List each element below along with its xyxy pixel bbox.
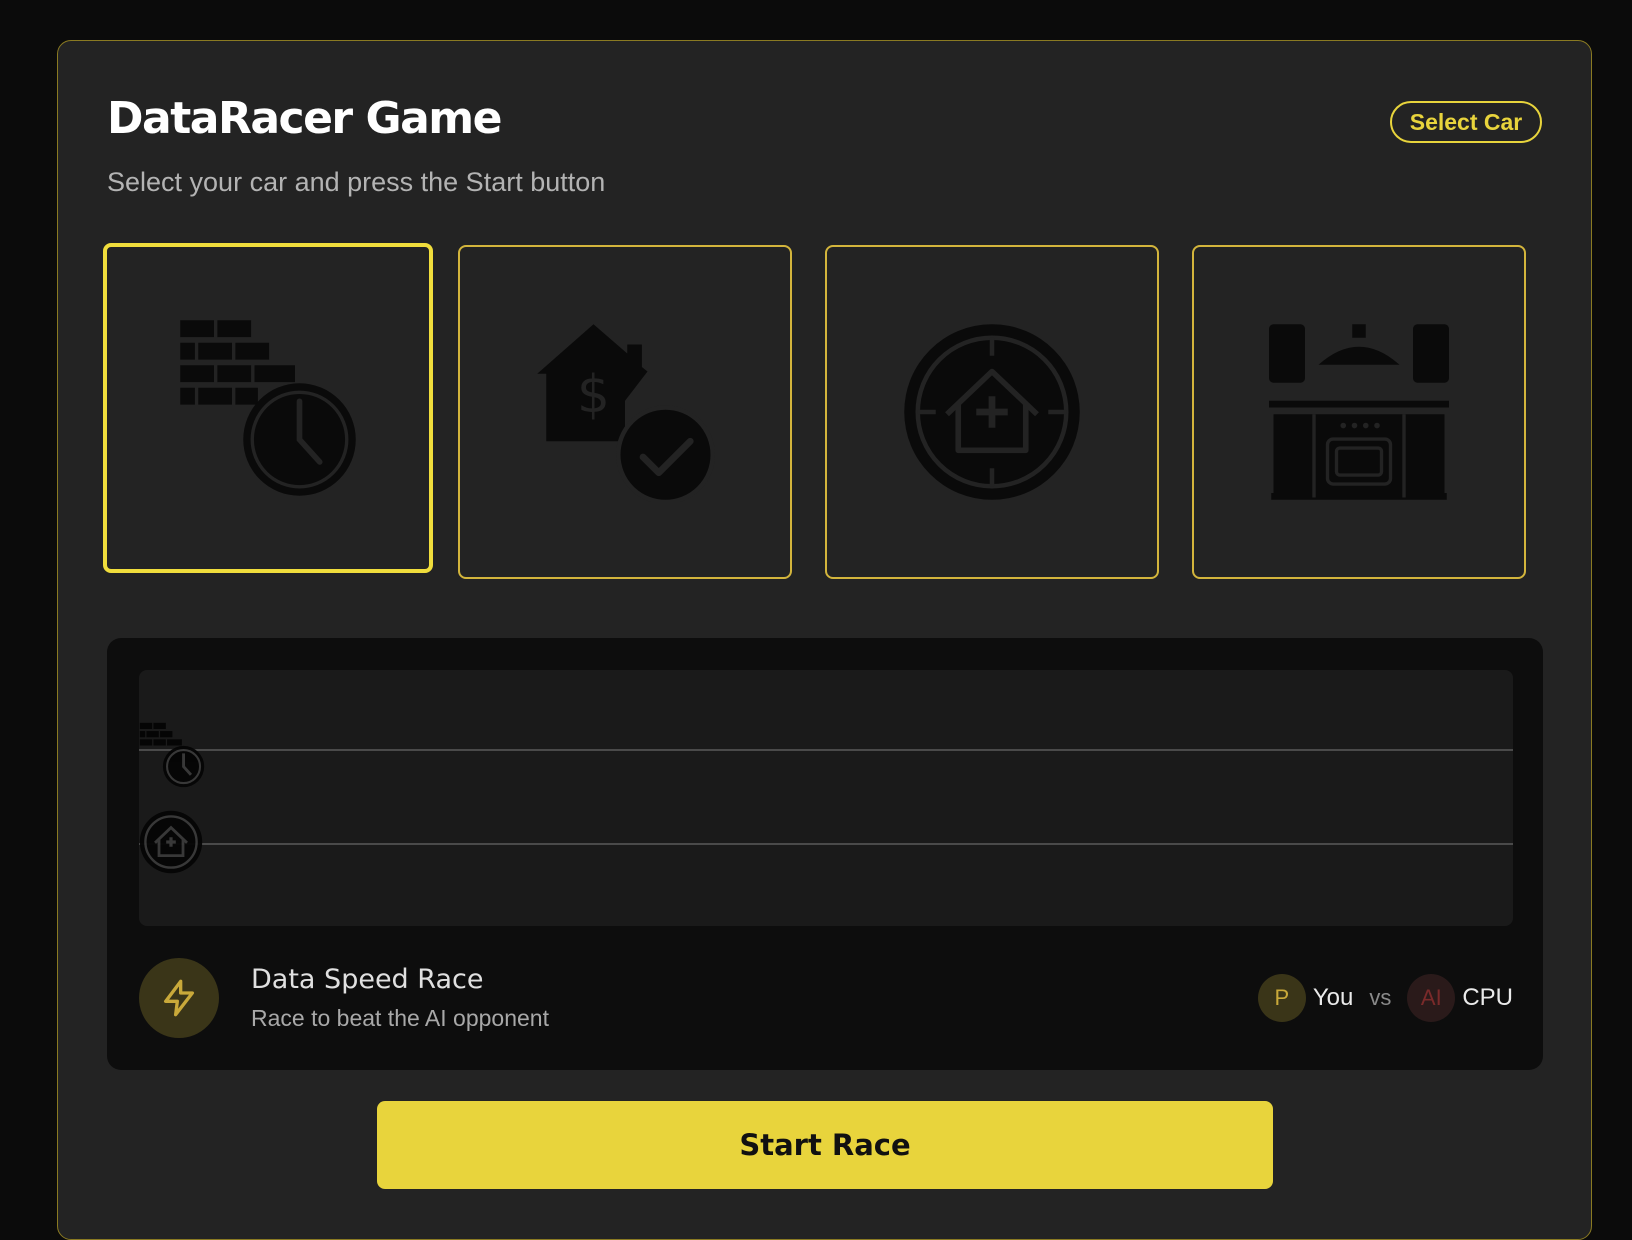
opponent-car (139, 810, 203, 874)
page-subtitle: Select your car and press the Start butt… (107, 167, 606, 197)
car-card-2[interactable]: $ (458, 245, 792, 579)
versus-indicator: P You vs AI CPU (1257, 974, 1513, 1022)
game-panel: DataRacer Game Select your car and press… (57, 40, 1592, 1240)
car-card-3[interactable] (825, 245, 1159, 579)
house-dollar-check-icon: $ (537, 324, 715, 502)
svg-text:$: $ (577, 365, 610, 425)
race-track (139, 670, 1513, 926)
race-info-icon (139, 958, 219, 1038)
lane-2-line (139, 843, 1513, 845)
select-car-button[interactable]: Select Car (1390, 101, 1542, 143)
race-description: Race to beat the AI opponent (251, 1005, 549, 1031)
vs-label: vs (1369, 985, 1392, 1010)
house-medical-target-icon (904, 324, 1080, 500)
lightning-icon (164, 979, 194, 1017)
brick-wall-clock-icon (180, 320, 356, 496)
player-badge: P (1257, 974, 1306, 1022)
car-card-4[interactable] (1192, 245, 1526, 579)
kitchen-cabinet-icon (1269, 324, 1449, 500)
lane-1-line (139, 749, 1513, 751)
page-title: DataRacer Game (107, 93, 502, 144)
race-name: Data Speed Race (251, 964, 484, 995)
player-label: You (1312, 984, 1354, 1011)
opponent-label: CPU (1462, 984, 1513, 1011)
car-card-1[interactable] (103, 243, 433, 573)
opponent-badge: AI (1407, 974, 1456, 1022)
start-race-button[interactable]: Start Race (377, 1101, 1273, 1189)
player-car (139, 722, 205, 788)
race-area: Data Speed Race Race to beat the AI oppo… (107, 638, 1543, 1070)
